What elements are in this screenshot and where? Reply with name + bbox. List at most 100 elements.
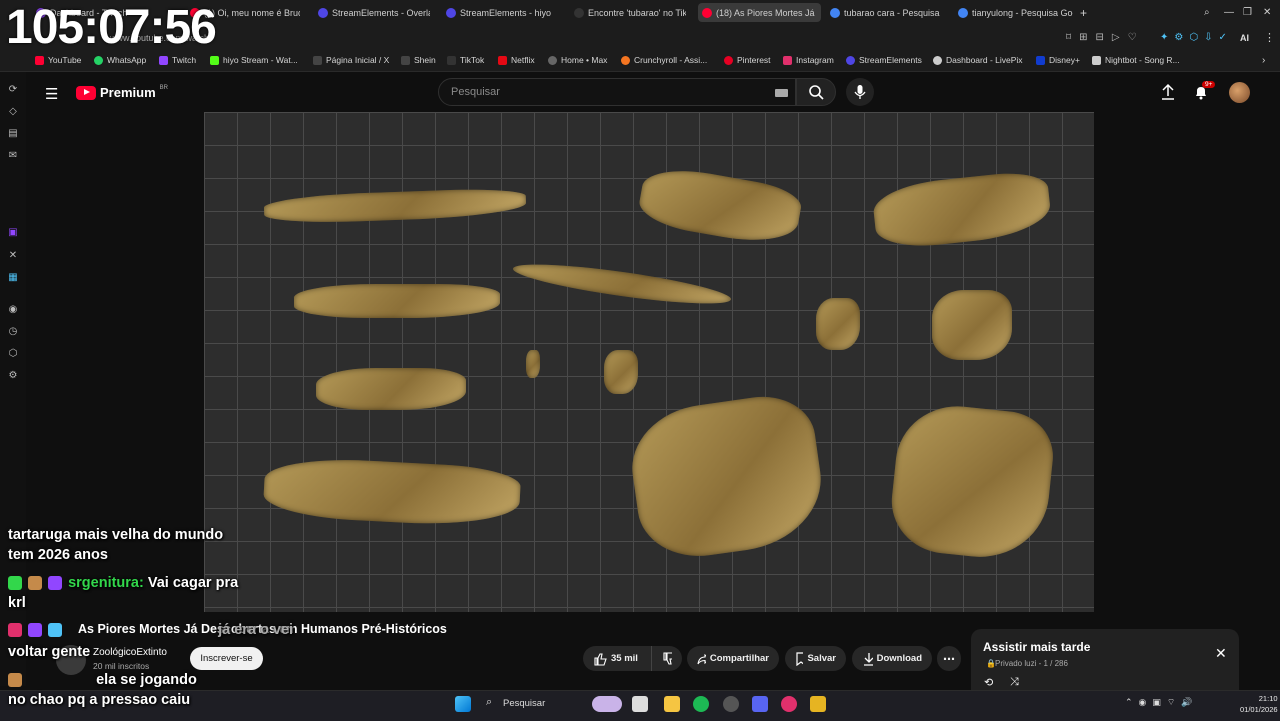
taskbar-search-icon[interactable]: ⌕ [486,696,492,709]
opera-icon[interactable] [781,696,797,712]
x-sidebar-icon[interactable]: ✕ [7,250,19,262]
bookmark-instagram[interactable]: Instagram [783,55,834,65]
bookmark-twitch[interactable]: Twitch [159,55,196,65]
search-input[interactable] [449,85,753,99]
toolbar-icons[interactable]: ✦⚙⬡⇩✓ [1160,32,1233,43]
new-tab-button[interactable]: + [1080,3,1092,22]
bookmark-shein[interactable]: Shein [401,55,436,65]
chat-message: tartaruga mais velha do mundo [8,527,224,543]
sub-badge-icon [28,623,43,638]
streamelements-icon [846,55,855,65]
spotify-icon[interactable] [693,696,709,712]
history-sidebar-icon[interactable]: ◇ [7,106,19,118]
twitch-icon [159,55,168,65]
bookmark-streamelements[interactable]: StreamElements [846,55,922,65]
livepix-icon [933,55,942,65]
bookmarks-overflow-icon[interactable]: › [1262,55,1265,66]
file-explorer-icon[interactable] [664,696,680,712]
bookmark-icon [796,651,804,666]
discord-icon[interactable] [752,696,768,712]
subscribe-button[interactable]: Inscrever-se [190,647,263,670]
voice-search-button[interactable] [846,78,874,106]
search-tabs-icon[interactable]: ⌕ [1204,3,1210,22]
region-code: BR [159,84,168,91]
bookmark-tiktok[interactable]: TikTok [447,55,484,65]
loop-icon[interactable]: ⟲ [984,676,993,689]
tab-active-video[interactable]: (18) As Piores Mortes Já [698,3,821,22]
bookmark-x[interactable]: Página Inicial / X [313,55,389,65]
search-box [438,78,796,106]
menu-dots-icon[interactable]: ⋮ [1264,31,1275,44]
taskbar-clock[interactable]: 21:10 01/01/2026 [1240,693,1278,715]
taskbar-search-label[interactable]: Pesquisar [503,698,545,709]
bookmark-max[interactable]: Home • Max [548,55,607,65]
download-button[interactable]: Download [852,646,932,671]
chat-message: ela se jogando [8,672,197,688]
twitch-sidebar-icon[interactable]: ▣ [7,227,19,239]
dislike-button[interactable] [651,646,682,671]
more-actions-button[interactable]: ⋯ [937,646,961,671]
tab-streamelements-overlay[interactable]: StreamElements - Overlay [318,3,430,22]
youtube-logo[interactable]: Premium BR [76,85,168,100]
stream-timer: 105:07:56 [6,1,217,54]
fossil-bone [624,389,830,565]
playlist-subtitle: Privado luzi - 1 / 286 [995,659,1068,668]
system-tray-icons[interactable]: ⌃◉▣⌔🔊 [1125,697,1199,708]
tab-google-tianyulong[interactable]: tianyulong - Pesquisa Goo [958,3,1073,22]
bookmark-netflix[interactable]: Netflix [498,55,535,65]
task-view-icon[interactable] [632,696,648,712]
x-icon [313,55,322,65]
mail-sidebar-icon[interactable]: ✉ [7,150,19,162]
weather-widget-icon[interactable] [592,696,622,712]
fossil-bone [526,350,540,378]
ai-sidebar-icon[interactable]: ⟳ [7,84,19,96]
extension-icons[interactable]: ⌑⊞⊟▷♡ [1066,32,1145,43]
tab-tiktok[interactable]: Encontre 'tubarao' no TikTok [574,3,686,22]
crown-badge-icon [48,623,63,638]
notes-app-icon[interactable] [810,696,826,712]
chat-message: krl [8,595,26,611]
browser-sidebar: ⟳ ◇ ▤ ✉ ▣ ✕ ▦ ◉ ◷ ⬡ ⚙ [0,72,26,686]
bookmark-youtube[interactable]: YouTube [35,55,81,65]
bookmark-crunchyroll[interactable]: Crunchyroll - Assi... [621,55,707,65]
bookmark-disney[interactable]: Disney+ [1036,55,1080,65]
chat-username: srgenitura: [68,575,144,591]
bookmark-kick[interactable]: hiyo Stream - Wat... [210,55,298,65]
share-icon [697,653,706,664]
avatar[interactable] [1229,82,1250,103]
bookmark-livepix[interactable]: Dashboard - LivePix [933,55,1023,65]
shuffle-icon[interactable]: ⤨ [1010,676,1019,689]
search-button[interactable] [796,78,836,106]
bookmarks-bar: YouTube WhatsApp Twitch hiyo Stream - Wa… [0,52,1280,72]
translate-sidebar-icon[interactable]: ▦ [7,272,19,284]
player-sidebar-icon[interactable]: ◉ [7,304,19,316]
more-dots-icon: ⋯ [943,651,955,666]
windows-start-icon[interactable] [455,696,471,712]
close-playlist-button[interactable]: ✕ [1215,645,1227,662]
upload-button[interactable] [1160,83,1176,106]
extensions-sidebar-icon[interactable]: ⬡ [7,348,19,360]
notes-sidebar-icon[interactable]: ▤ [7,128,19,140]
hamburger-menu-icon[interactable]: ☰ [45,85,58,103]
settings-sidebar-icon[interactable]: ⚙ [7,370,19,382]
tab-google-tubarao[interactable]: tubarao cara - Pesquisa G [830,3,942,22]
channel-name[interactable]: ZoológicoExtinto [93,647,167,658]
bookmark-whatsapp[interactable]: WhatsApp [94,55,146,65]
clock-sidebar-icon[interactable]: ◷ [7,326,19,338]
bookmark-pinterest[interactable]: Pinterest [724,55,771,65]
share-button[interactable]: Compartilhar [687,646,779,671]
minimize-icon[interactable]: — [1224,3,1234,22]
maximize-icon[interactable]: ❐ [1243,3,1252,22]
like-button[interactable]: 35 mil [583,646,651,671]
fossil-bone [316,368,466,410]
ai-icon[interactable]: AI [1240,33,1249,43]
video-player[interactable] [204,112,1094,612]
tab-streamelements-hiyo[interactable]: StreamElements - hiyo [446,3,558,22]
close-window-icon[interactable]: ✕ [1263,3,1271,22]
bookmark-nightbot[interactable]: Nightbot - Song R... [1092,55,1180,65]
save-button[interactable]: Salvar [785,646,846,671]
obs-icon[interactable] [723,696,739,712]
keyboard-icon[interactable] [775,89,788,97]
tiktok-icon [574,7,584,18]
notifications-button[interactable]: 9+ [1193,81,1216,105]
